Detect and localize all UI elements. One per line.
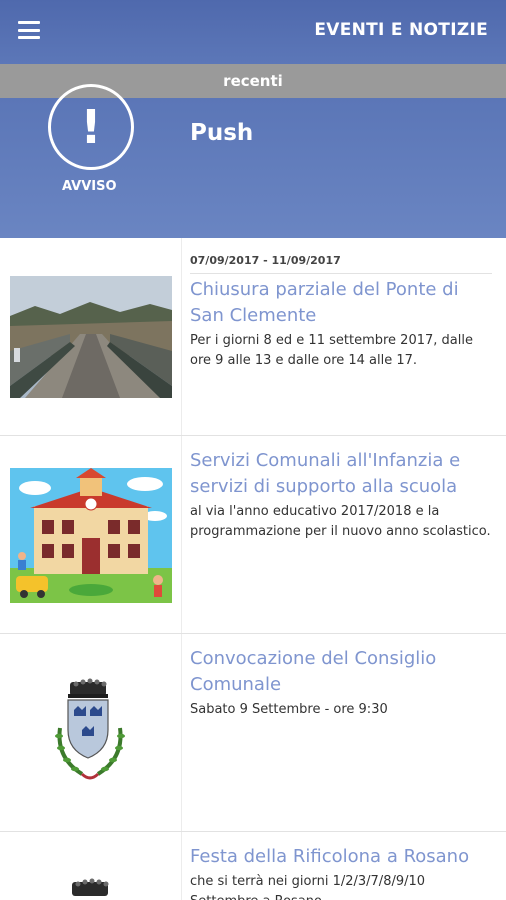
page-title: EVENTI E NOTIZIE	[314, 20, 488, 40]
news-thumbnail-column	[0, 436, 182, 633]
push-label: Push	[190, 120, 254, 146]
school-illustration	[10, 468, 172, 603]
news-title[interactable]: Chiusura parziale del Ponte di San Cleme…	[190, 277, 492, 329]
news-item[interactable]: Festa della Rificolona a Rosano che si t…	[0, 832, 506, 900]
bridge-photo	[10, 276, 172, 398]
news-title[interactable]: Servizi Comunali all'Infanzia e servizi …	[190, 448, 492, 500]
news-description: Sabato 9 Settembre - ore 9:30	[190, 702, 388, 717]
push-notice-header[interactable]: ! AVVISO Push	[0, 84, 506, 238]
news-title[interactable]: Festa della Rificolona a Rosano	[190, 844, 492, 870]
news-thumbnail-column	[0, 634, 182, 831]
news-item[interactable]: Convocazione del Consiglio Comunale Saba…	[0, 634, 506, 832]
news-description: Per i giorni 8 ed e 11 settembre 2017, d…	[190, 333, 473, 368]
news-date: 07/09/2017 - 11/09/2017	[190, 254, 492, 274]
app-bar: EVENTI E NOTIZIE	[0, 0, 506, 64]
news-item[interactable]: Servizi Comunali all'Infanzia e servizi …	[0, 436, 506, 634]
news-description: al via l'anno educativo 2017/2018 e la p…	[190, 504, 491, 539]
news-thumbnail-column	[0, 832, 182, 900]
coat-of-arms-icon	[52, 678, 128, 784]
news-description: che si terrà nei giorni 1/2/3/7/8/9/10 S…	[190, 874, 426, 900]
avviso-label: AVVISO	[62, 179, 117, 194]
news-thumbnail-column	[0, 238, 182, 435]
hamburger-menu-icon[interactable]	[18, 21, 40, 39]
exclamation-circle-icon: !	[48, 84, 134, 170]
news-title[interactable]: Convocazione del Consiglio Comunale	[190, 646, 492, 698]
coat-of-arms-icon	[70, 878, 110, 900]
news-item[interactable]: 07/09/2017 - 11/09/2017 Chiusura parzial…	[0, 238, 506, 436]
